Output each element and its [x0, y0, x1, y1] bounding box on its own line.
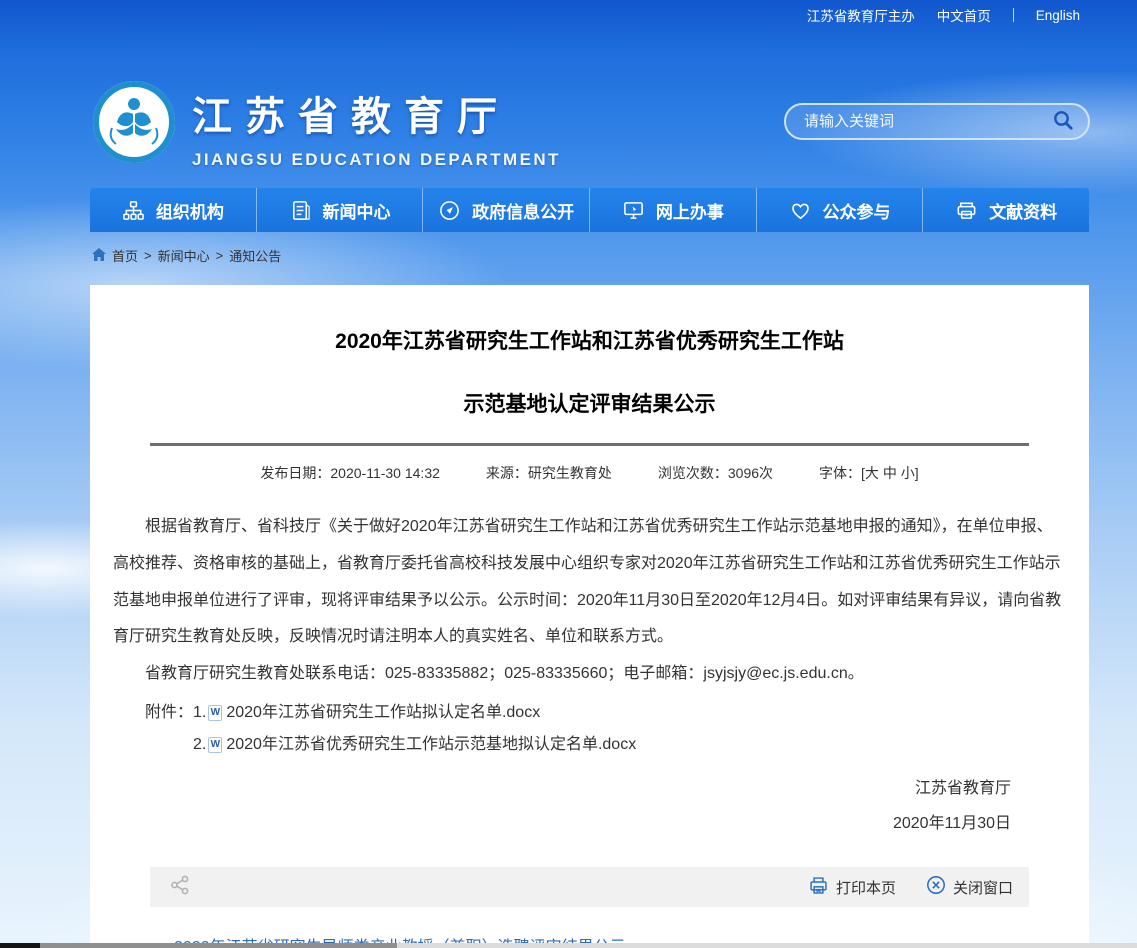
article-toolbar: 打印本页 关闭窗口	[150, 867, 1029, 907]
signature-date: 2020年11月30日	[90, 806, 1011, 841]
breadcrumb: 首页 > 新闻中心 > 通知公告	[92, 246, 1137, 265]
topbar-english-link[interactable]: English	[1036, 8, 1080, 23]
nav-item-gov-info-disclosure[interactable]: 政府信息公开	[422, 188, 589, 232]
topbar-divider	[1013, 8, 1014, 22]
share-icon[interactable]	[170, 875, 190, 899]
print-page-label: 打印本页	[836, 877, 896, 898]
nav-label: 政府信息公开	[472, 198, 574, 223]
search-input[interactable]	[804, 113, 1050, 130]
sitemap-icon	[122, 199, 145, 222]
article-card: 2020年江苏省研究生工作站和江苏省优秀研究生工作站 示范基地认定评审结果公示 …	[90, 285, 1089, 943]
breadcrumb-news-center[interactable]: 新闻中心	[158, 246, 210, 265]
topbar-home-link[interactable]: 中文首页	[937, 5, 991, 25]
news-document-icon	[289, 199, 312, 222]
nav-label: 文献资料	[989, 198, 1057, 223]
breadcrumb-notices[interactable]: 通知公告	[229, 246, 281, 265]
print-page-button[interactable]: 打印本页	[808, 875, 896, 900]
nav-label: 组织机构	[156, 198, 224, 223]
attachment-link-2[interactable]: 2020年江苏省优秀研究生工作站示范基地拟认定名单.docx	[226, 729, 636, 761]
attachment-number: 1.	[193, 697, 206, 729]
attachments-label: 附件：	[145, 697, 193, 761]
online-service-monitor-icon	[622, 199, 645, 222]
printer-icon	[808, 875, 829, 900]
heart-icon	[789, 199, 812, 222]
article-signature: 江苏省教育厅 2020年11月30日	[90, 771, 1089, 841]
close-window-label: 关闭窗口	[953, 877, 1013, 898]
attachment-item: 1. W 2020年江苏省研究生工作站拟认定名单.docx	[193, 697, 1066, 729]
site-header: 江苏省教育厅 JIANGSU EDUCATION DEPARTMENT	[0, 30, 1137, 188]
paragraph: 根据省教育厅、省科技厅《关于做好2020年江苏省研究生工作站和江苏省优秀研究生工…	[113, 509, 1066, 656]
jiangsu-education-emblem-icon	[92, 80, 176, 169]
nav-item-organization[interactable]: 组织机构	[90, 188, 256, 232]
article-title-line2: 示范基地认定评审结果公示	[90, 388, 1089, 418]
topbar-host-link[interactable]: 江苏省教育厅主办	[807, 5, 915, 25]
site-title-cn: 江苏省教育厅	[192, 84, 561, 142]
view-count: 浏览次数：3096次	[658, 463, 773, 483]
site-title-en: JIANGSU EDUCATION DEPARTMENT	[192, 150, 561, 170]
title-divider	[150, 443, 1029, 446]
page: 江苏省教育厅主办 中文首页 English	[0, 0, 1137, 948]
attachment-number: 2.	[193, 729, 206, 761]
attachment-item: 2. W 2020年江苏省优秀研究生工作站示范基地拟认定名单.docx	[193, 729, 1066, 761]
article-body: 根据省教育厅、省科技厅《关于做好2020年江苏省研究生工作站和江苏省优秀研究生工…	[90, 483, 1089, 761]
info-disclosure-icon	[438, 199, 461, 222]
logo-area: 江苏省教育厅 JIANGSU EDUCATION DEPARTMENT	[92, 80, 561, 170]
paragraph-contact: 省教育厅研究生教育处联系电话：025-83335882；025-83335660…	[113, 656, 1066, 693]
article-source: 来源：研究生教育处	[486, 463, 612, 483]
search-button[interactable]	[1050, 107, 1076, 136]
nav-item-public-participation[interactable]: 公众参与	[756, 188, 923, 232]
nav-label: 公众参与	[823, 198, 891, 223]
article-meta: 发布日期：2020-11-30 14:32 来源：研究生教育处 浏览次数：309…	[90, 463, 1089, 483]
word-doc-icon: W	[208, 737, 222, 753]
screen-bottom-edge	[0, 943, 1137, 948]
nav-label: 网上办事	[656, 198, 724, 223]
home-icon	[92, 248, 106, 264]
close-window-button[interactable]: 关闭窗口	[926, 875, 1013, 899]
breadcrumb-separator: >	[216, 248, 224, 263]
nav-item-online-services[interactable]: 网上办事	[589, 188, 756, 232]
publish-date: 发布日期：2020-11-30 14:32	[260, 463, 440, 483]
nav-item-news-center[interactable]: 新闻中心	[256, 188, 423, 232]
topbar: 江苏省教育厅主办 中文首页 English	[0, 0, 1137, 30]
breadcrumb-home[interactable]: 首页	[112, 246, 138, 265]
breadcrumb-separator: >	[144, 248, 152, 263]
attachment-link-1[interactable]: 2020年江苏省研究生工作站拟认定名单.docx	[226, 697, 540, 729]
article-title-line1: 2020年江苏省研究生工作站和江苏省优秀研究生工作站	[90, 325, 1089, 355]
close-circle-icon	[926, 875, 946, 899]
signature-org: 江苏省教育厅	[90, 771, 1011, 806]
word-doc-icon: W	[208, 705, 222, 721]
attachments: 附件： 1. W 2020年江苏省研究生工作站拟认定名单.docx 2. W 2…	[145, 697, 1066, 761]
nav-label: 新闻中心	[323, 198, 391, 223]
magnifier-icon	[1052, 109, 1074, 134]
nav-item-documents[interactable]: 文献资料	[922, 188, 1089, 232]
archive-printer-icon	[955, 199, 978, 222]
font-size-switcher[interactable]: 字体：[大 中 小]	[819, 463, 919, 483]
site-titles: 江苏省教育厅 JIANGSU EDUCATION DEPARTMENT	[192, 80, 561, 170]
main-nav: 组织机构 新闻中心 政府信息公开	[90, 188, 1089, 232]
search-box	[784, 103, 1090, 140]
